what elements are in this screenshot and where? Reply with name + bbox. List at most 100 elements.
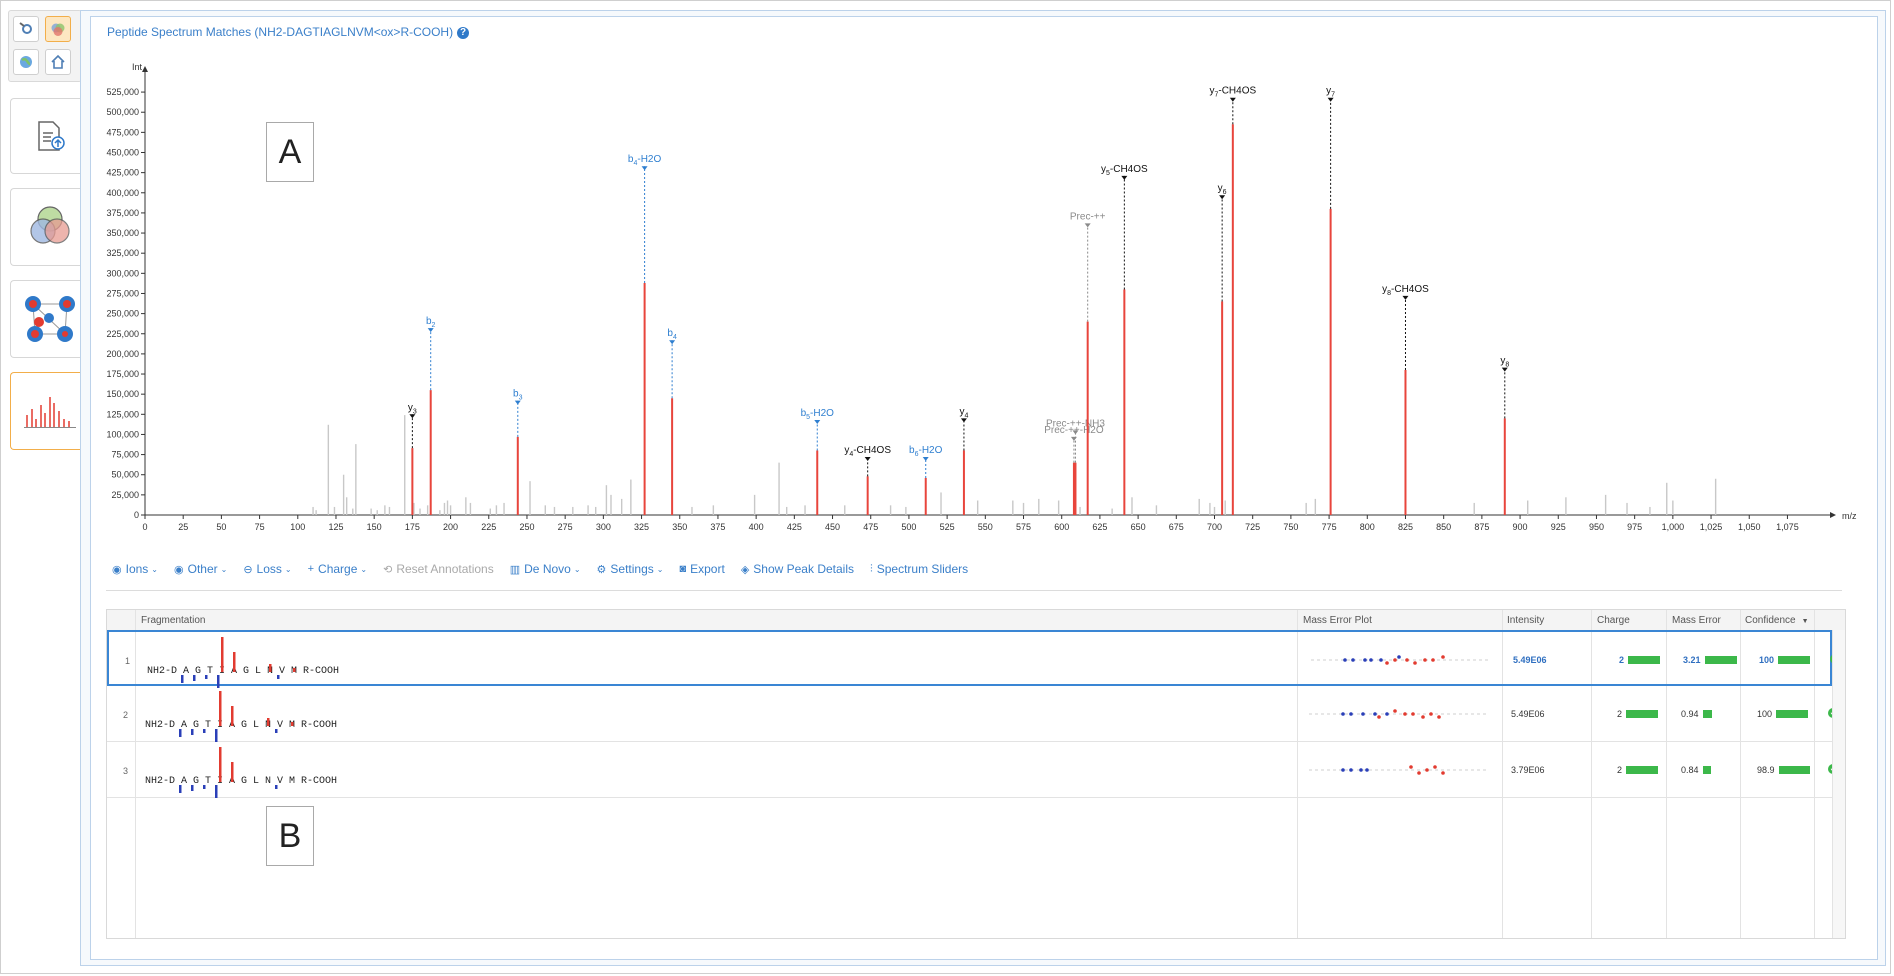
y-axis-arrow bbox=[142, 66, 148, 72]
x-tick-label: 525 bbox=[940, 522, 955, 532]
peak-label[interactable]: y5-CH4OS bbox=[1101, 164, 1148, 177]
toolbar-divider bbox=[106, 590, 1842, 591]
header-fragmentation[interactable]: Fragmentation bbox=[141, 615, 205, 626]
peak-label[interactable]: b6-H2O bbox=[909, 445, 943, 458]
x-tick-label: 950 bbox=[1589, 522, 1604, 532]
charge-value: 2 bbox=[1617, 765, 1623, 775]
ions-icon: ◉ bbox=[112, 563, 122, 576]
reset-label: Reset Annotations bbox=[396, 562, 494, 576]
chevron-down-icon: ⌄ bbox=[360, 564, 368, 574]
mass-error-value: 0.84 bbox=[1681, 765, 1699, 775]
header-confidence[interactable]: Confidence ▼ bbox=[1745, 615, 1809, 626]
x-tick-label: 575 bbox=[1016, 522, 1031, 532]
fragment-ion-bars bbox=[181, 637, 296, 688]
sliders-icon: ⫶ bbox=[870, 562, 873, 575]
other-menu[interactable]: ◉ Other ⌄ bbox=[174, 562, 227, 576]
confidence-bar bbox=[1776, 710, 1809, 718]
y-tick-label: 150,000 bbox=[106, 389, 139, 399]
y-ion-bar bbox=[293, 668, 296, 672]
plus-icon: + bbox=[307, 563, 315, 575]
x-tick-label: 1,025 bbox=[1700, 522, 1723, 532]
b-ion-bar bbox=[193, 675, 196, 681]
denovo-label: De Novo bbox=[524, 562, 571, 576]
spectrum-sliders-button[interactable]: ⫶ Spectrum Sliders bbox=[870, 562, 968, 576]
gear-icon: ⚙ bbox=[596, 563, 607, 576]
peak-label[interactable]: b3 bbox=[513, 389, 523, 402]
loss-menu[interactable]: ⊖ Loss ⌄ bbox=[243, 562, 291, 576]
ions-menu[interactable]: ◉ Ions ⌄ bbox=[112, 562, 158, 576]
fragment-ion-bars bbox=[179, 747, 278, 798]
y-tick-label: 175,000 bbox=[106, 369, 139, 379]
mass-error-point bbox=[1385, 661, 1389, 665]
annotation-marker bbox=[1402, 295, 1409, 300]
mass-error-point bbox=[1405, 658, 1409, 662]
peak-label[interactable]: Prec-++ bbox=[1070, 211, 1106, 222]
mass-error-point bbox=[1349, 712, 1353, 716]
annotation-label-a: A bbox=[266, 122, 314, 182]
peak-label[interactable]: y3 bbox=[408, 402, 417, 415]
peak-label[interactable]: Prec-++-NH3 bbox=[1046, 418, 1105, 429]
mass-error-point bbox=[1409, 765, 1413, 769]
header-intensity[interactable]: Intensity bbox=[1507, 615, 1544, 626]
mass-error-point bbox=[1403, 712, 1407, 716]
peak-label[interactable]: y6 bbox=[1218, 183, 1227, 196]
x-tick-label: 450 bbox=[825, 522, 840, 532]
y-tick-label: 25,000 bbox=[111, 490, 139, 500]
mass-error-point bbox=[1351, 658, 1355, 662]
header-mass-error[interactable]: Mass Error bbox=[1672, 615, 1721, 626]
peak-label[interactable]: y8-CH4OS bbox=[1382, 284, 1429, 297]
peak-label[interactable]: b2 bbox=[426, 316, 436, 329]
y-tick-label: 475,000 bbox=[106, 127, 139, 137]
charge-label: Charge bbox=[318, 562, 358, 576]
charge-menu[interactable]: + Charge ⌄ bbox=[308, 562, 368, 576]
settings-menu[interactable]: ⚙ Settings ⌄ bbox=[597, 562, 664, 576]
table-row[interactable]: 1 NH2-D A G T I A G L N V M R-COOH 5.49E06… bbox=[107, 630, 1840, 688]
peak-label[interactable]: y8 bbox=[1500, 356, 1509, 369]
peak-label[interactable]: y7-CH4OS bbox=[1209, 86, 1256, 99]
table-scrollbar[interactable] bbox=[1832, 630, 1845, 938]
b-ion-bar bbox=[277, 675, 280, 679]
charge-bar bbox=[1626, 766, 1659, 774]
x-tick-label: 125 bbox=[328, 522, 343, 532]
denovo-menu[interactable]: ▥ De Novo ⌄ bbox=[510, 562, 581, 576]
chevron-down-icon: ⌄ bbox=[151, 564, 158, 574]
reset-annotations-button[interactable]: ⟲ Reset Annotations bbox=[383, 562, 494, 576]
mass-error-point bbox=[1423, 658, 1427, 662]
peak-label[interactable]: y4-CH4OS bbox=[844, 445, 891, 458]
y-ion-bar bbox=[231, 706, 234, 726]
confidence-value: 98.9 bbox=[1757, 765, 1775, 775]
peak-label[interactable]: b4 bbox=[667, 328, 677, 341]
annotation-label-b: B bbox=[266, 806, 314, 866]
y-tick-label: 525,000 bbox=[106, 87, 139, 97]
annotation-marker bbox=[1084, 223, 1091, 228]
x-tick-label: 50 bbox=[216, 522, 226, 532]
y-tick-label: 200,000 bbox=[106, 349, 139, 359]
table-row[interactable]: 2 NH2-D A G T I A G L N V M R-COOH 5.49E06… bbox=[107, 686, 1838, 742]
show-peak-label: Show Peak Details bbox=[753, 562, 854, 576]
show-peak-details-button[interactable]: ◈ Show Peak Details bbox=[741, 562, 854, 576]
mass-error-point bbox=[1341, 768, 1345, 772]
header-mass-error-plot[interactable]: Mass Error Plot bbox=[1303, 615, 1372, 626]
mass-error-bar bbox=[1702, 710, 1712, 718]
annotation-marker bbox=[641, 166, 648, 171]
y-ion-bar bbox=[219, 691, 222, 726]
mass-error-point bbox=[1393, 709, 1397, 713]
peak-label[interactable]: y7 bbox=[1326, 86, 1335, 99]
x-tick-label: 725 bbox=[1245, 522, 1260, 532]
annotation-marker bbox=[1121, 175, 1128, 180]
export-label: Export bbox=[690, 562, 725, 576]
x-tick-label: 1,075 bbox=[1776, 522, 1799, 532]
table-header: Fragmentation Mass Error Plot Intensity … bbox=[107, 610, 1845, 631]
y-tick-label: 275,000 bbox=[106, 288, 139, 298]
peak-label[interactable]: y4 bbox=[959, 406, 968, 419]
x-tick-label: 225 bbox=[481, 522, 496, 532]
y-tick-label: 75,000 bbox=[111, 450, 139, 460]
peak-label[interactable]: b5-H2O bbox=[801, 408, 835, 421]
peak-label[interactable]: b4-H2O bbox=[628, 154, 662, 167]
header-charge[interactable]: Charge bbox=[1597, 615, 1630, 626]
export-button[interactable]: ◙ Export bbox=[679, 562, 724, 576]
spectrum-chart[interactable]: m/z Int 0 25 50 75 100 125 150 175 200 225 250 275 300… bbox=[0, 0, 1894, 560]
loss-icon: ⊖ bbox=[243, 563, 253, 576]
x-tick-label: 875 bbox=[1474, 522, 1489, 532]
table-row[interactable]: 3 NH2-D A G T I A G L N V M R-COOH 3.79E06… bbox=[107, 742, 1838, 798]
